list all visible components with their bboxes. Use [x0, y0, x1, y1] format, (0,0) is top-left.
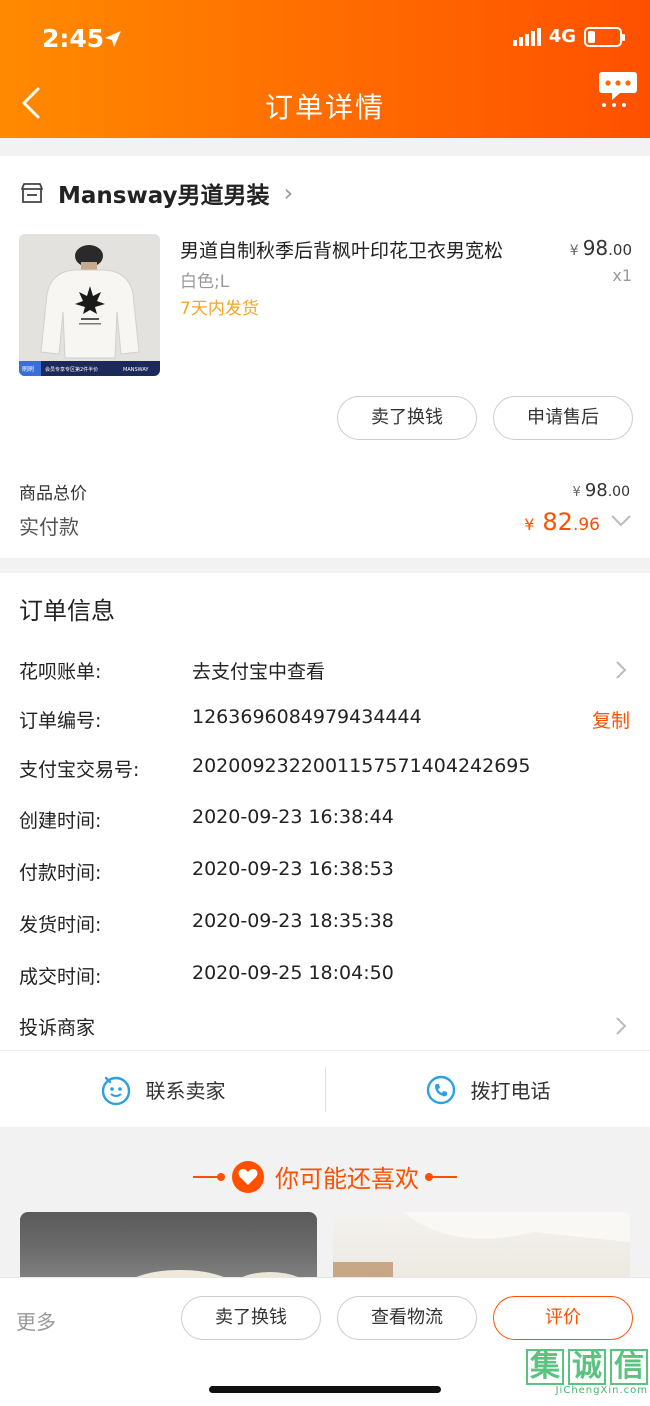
currency-symbol: ¥: [572, 485, 581, 500]
product-quantity: x1: [612, 266, 632, 285]
page-title: 订单详情: [264, 91, 385, 124]
chevron-right-icon: ›: [283, 179, 294, 207]
chevron-right-icon: [616, 1017, 627, 1035]
product-photo: 刷刷 会员专享专区第2件半价 MANSWAY: [19, 234, 160, 376]
image-banner-right: MANSWAY: [123, 367, 149, 373]
decorative-line: [425, 1172, 457, 1181]
created-time-row: 创建时间: 2020-09-23 16:38:44: [0, 806, 650, 836]
store-icon: [21, 183, 43, 203]
goods-total-value: ¥98.00: [573, 480, 630, 501]
total-decimal: .00: [607, 484, 630, 500]
view-logistics-button[interactable]: 查看物流: [337, 1296, 477, 1340]
huabei-row[interactable]: 花呗账单: 去支付宝中查看: [0, 657, 650, 687]
huabei-value: 去支付宝中查看: [192, 661, 326, 683]
created-time-label: 创建时间:: [19, 810, 102, 832]
chevron-right-icon: [616, 661, 627, 679]
copy-button[interactable]: 复制: [592, 706, 630, 733]
completed-time-row: 成交时间: 2020-09-25 18:04:50: [0, 962, 650, 992]
contact-seller-label: 联系卖家: [145, 1079, 226, 1103]
recommendations-section: 你可能还喜欢: [0, 1127, 650, 1292]
currency-symbol: ¥: [524, 515, 535, 534]
product-price: ¥98.00: [570, 236, 632, 260]
paid-amount-label: 实付款: [19, 515, 79, 539]
home-indicator[interactable]: [209, 1386, 441, 1393]
smiley-chat-icon: [101, 1076, 130, 1105]
battery-icon: [584, 26, 625, 47]
watermark-logo: 集诚信: [526, 1349, 648, 1385]
complaint-label: 投诉商家: [19, 1017, 96, 1039]
contact-bar: 联系卖家 拨打电话: [0, 1050, 650, 1127]
order-number-row: 订单编号: 1263696084979434444 复制: [0, 706, 650, 736]
paid-integer: 82: [542, 508, 573, 536]
goods-total-label: 商品总价: [19, 484, 87, 504]
network-type: 4G: [548, 26, 576, 47]
order-number-value: 1263696084979434444: [192, 706, 422, 728]
shop-link[interactable]: Mansway男道男装 ›: [20, 176, 293, 210]
shop-name: Mansway男道男装: [58, 183, 270, 209]
location-arrow-icon: [105, 31, 121, 47]
paid-time-value: 2020-09-23 16:38:53: [192, 858, 394, 880]
order-info-card: 订单信息 花呗账单: 去支付宝中查看 订单编号: 126369608497943…: [0, 573, 650, 1127]
paid-time-row: 付款时间: 2020-09-23 16:38:53: [0, 858, 650, 888]
after-sale-button[interactable]: 申请售后: [493, 396, 633, 440]
heart-icon: [232, 1160, 264, 1193]
recommendations-title: 你可能还喜欢: [0, 1159, 650, 1194]
image-banner-mid: 会员专享专区第2件半价: [45, 366, 98, 373]
more-button[interactable]: 更多: [16, 1306, 56, 1335]
paid-time-label: 付款时间:: [19, 862, 102, 884]
product-sku: 白色;L: [180, 272, 230, 292]
product-image[interactable]: 刷刷 会员专享专区第2件半价 MANSWAY: [19, 234, 160, 376]
shipped-time-label: 发货时间:: [19, 914, 102, 936]
alipay-trade-row: 支付宝交易号: 2020092322001157571404242695: [0, 755, 650, 785]
phone-icon: [426, 1075, 455, 1104]
call-phone-button[interactable]: 拨打电话: [325, 1051, 650, 1128]
bottom-action-bar: 更多 卖了换钱 查看物流 评价 集诚信 JiChengXin.com: [0, 1277, 650, 1406]
paid-decimal: .96: [572, 515, 600, 535]
decorative-line: [193, 1172, 225, 1181]
alipay-trade-label: 支付宝交易号:: [19, 759, 140, 781]
review-button[interactable]: 评价: [493, 1296, 633, 1340]
product-title[interactable]: 男道自制秋季后背枫叶印花卫衣男宽松: [180, 236, 550, 263]
total-integer: 98: [584, 480, 608, 501]
watermark: 集诚信 JiChengXin.com: [526, 1349, 648, 1396]
huabei-label: 花呗账单:: [19, 661, 102, 683]
recommendations-label: 你可能还喜欢: [275, 1165, 419, 1193]
message-bubble-icon[interactable]: [598, 68, 638, 108]
signal-icon: [512, 27, 541, 46]
sell-for-cash-button[interactable]: 卖了换钱: [337, 396, 477, 440]
order-item-card: Mansway男道男装 › 刷刷 会员专享专区第2件半价 MANSWAY 男道自…: [0, 156, 650, 558]
status-time: 2:45: [42, 24, 105, 53]
image-banner-left: 刷刷: [22, 365, 34, 373]
contact-seller-button[interactable]: 联系卖家: [0, 1051, 325, 1128]
status-indicators: 4G: [512, 26, 625, 47]
watermark-url: JiChengXin.com: [555, 1385, 648, 1396]
completed-time-label: 成交时间:: [19, 966, 102, 988]
chevron-down-icon[interactable]: [610, 514, 632, 528]
order-number-label: 订单编号:: [19, 710, 102, 732]
created-time-value: 2020-09-23 16:38:44: [192, 806, 394, 828]
paid-amount-value: ¥82.96: [524, 508, 600, 536]
sell-for-cash-button[interactable]: 卖了换钱: [181, 1296, 321, 1340]
header: 2:45 4G 订单详情: [0, 0, 650, 138]
completed-time-value: 2020-09-25 18:04:50: [192, 962, 394, 984]
shipped-time-value: 2020-09-23 18:35:38: [192, 910, 394, 932]
shipped-time-row: 发货时间: 2020-09-23 18:35:38: [0, 910, 650, 940]
price-integer: 98: [582, 236, 609, 260]
complaint-row[interactable]: 投诉商家: [0, 1013, 650, 1043]
call-phone-label: 拨打电话: [470, 1079, 551, 1103]
price-decimal: .00: [608, 241, 632, 259]
alipay-trade-value: 2020092322001157571404242695: [192, 755, 531, 777]
shipping-note: 7天内发货: [180, 299, 259, 319]
currency-symbol: ¥: [569, 243, 579, 259]
order-info-title: 订单信息: [19, 597, 115, 625]
